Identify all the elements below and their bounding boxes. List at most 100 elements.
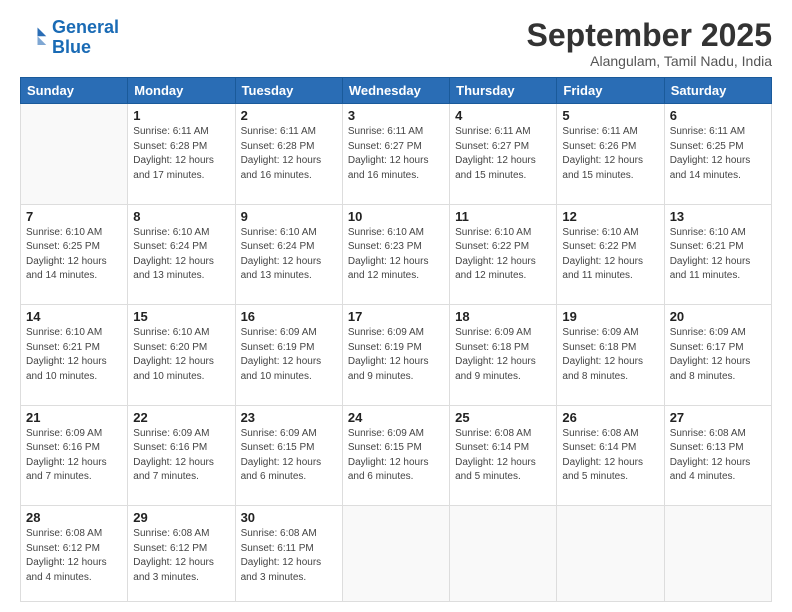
calendar-table: SundayMondayTuesdayWednesdayThursdayFrid… [20,77,772,602]
day-number: 12 [562,209,658,224]
sun-info: Sunrise: 6:08 AMSunset: 6:12 PMDaylight:… [133,527,229,585]
week-row-4: 28 Sunrise: 6:08 AMSunset: 6:12 PMDayligh… [21,506,772,602]
sun-info: Sunrise: 6:08 AMSunset: 6:14 PMDaylight:… [562,427,658,485]
day-number: 11 [455,209,551,224]
calendar-cell: 25 Sunrise: 6:08 AMSunset: 6:14 PMDayligh… [450,405,557,505]
calendar-cell: 26Sunrise: 6:08 AMSunset: 6:14 PMDayligh… [557,405,664,505]
logo-text: General Blue [52,18,119,58]
calendar-cell: 8 Sunrise: 6:10 AMSunset: 6:24 PMDaylight… [128,204,235,304]
sun-info: Sunrise: 6:08 AMSunset: 6:14 PMDaylight:… [455,427,551,485]
sun-info: Sunrise: 6:11 AMSunset: 6:28 PMDaylight:… [133,125,229,183]
calendar-cell: 21 Sunrise: 6:09 AMSunset: 6:16 PMDayligh… [21,405,128,505]
sun-info: Sunrise: 6:10 AMSunset: 6:21 PMDaylight:… [26,326,122,384]
day-number: 6 [670,108,766,123]
title-block: September 2025 Alangulam, Tamil Nadu, In… [527,18,772,69]
sun-info: Sunrise: 6:11 AMSunset: 6:27 PMDaylight:… [348,125,444,183]
col-header-tuesday: Tuesday [235,78,342,104]
month-title: September 2025 [527,18,772,53]
calendar-cell [21,104,128,204]
calendar-cell: 27Sunrise: 6:08 AMSunset: 6:13 PMDayligh… [664,405,771,505]
calendar-cell: 11Sunrise: 6:10 AMSunset: 6:22 PMDayligh… [450,204,557,304]
day-number: 14 [26,309,122,324]
calendar-cell: 22 Sunrise: 6:09 AMSunset: 6:16 PMDayligh… [128,405,235,505]
sun-info: Sunrise: 6:09 AMSunset: 6:16 PMDaylight:… [26,427,122,485]
day-number: 1 [133,108,229,123]
sun-info: Sunrise: 6:09 AMSunset: 6:15 PMDaylight:… [348,427,444,485]
sun-info: Sunrise: 6:08 AMSunset: 6:12 PMDaylight:… [26,527,122,585]
calendar-cell [664,506,771,602]
col-header-thursday: Thursday [450,78,557,104]
day-number: 3 [348,108,444,123]
sun-info: Sunrise: 6:09 AMSunset: 6:17 PMDaylight:… [670,326,766,384]
calendar-cell: 4Sunrise: 6:11 AMSunset: 6:27 PMDaylight… [450,104,557,204]
sun-info: Sunrise: 6:10 AMSunset: 6:24 PMDaylight:… [133,226,229,284]
day-number: 23 [241,410,337,425]
day-number: 16 [241,309,337,324]
day-number: 21 [26,410,122,425]
week-row-3: 21 Sunrise: 6:09 AMSunset: 6:16 PMDayligh… [21,405,772,505]
sun-info: Sunrise: 6:09 AMSunset: 6:18 PMDaylight:… [455,326,551,384]
day-number: 22 [133,410,229,425]
col-header-friday: Friday [557,78,664,104]
day-number: 7 [26,209,122,224]
calendar-cell: 19 Sunrise: 6:09 AMSunset: 6:18 PMDayligh… [557,305,664,405]
sun-info: Sunrise: 6:10 AMSunset: 6:25 PMDaylight:… [26,226,122,284]
sun-info: Sunrise: 6:09 AMSunset: 6:19 PMDaylight:… [348,326,444,384]
logo-line1: General [52,17,119,37]
day-number: 5 [562,108,658,123]
sun-info: Sunrise: 6:09 AMSunset: 6:18 PMDaylight:… [562,326,658,384]
day-number: 25 [455,410,551,425]
day-number: 19 [562,309,658,324]
sun-info: Sunrise: 6:10 AMSunset: 6:23 PMDaylight:… [348,226,444,284]
day-number: 2 [241,108,337,123]
week-row-1: 7 Sunrise: 6:10 AMSunset: 6:25 PMDaylight… [21,204,772,304]
calendar-cell: 9 Sunrise: 6:10 AMSunset: 6:24 PMDaylight… [235,204,342,304]
calendar-cell: 10Sunrise: 6:10 AMSunset: 6:23 PMDayligh… [342,204,449,304]
calendar-cell: 7 Sunrise: 6:10 AMSunset: 6:25 PMDaylight… [21,204,128,304]
sun-info: Sunrise: 6:11 AMSunset: 6:26 PMDaylight:… [562,125,658,183]
day-number: 28 [26,510,122,525]
calendar-cell [450,506,557,602]
day-number: 17 [348,309,444,324]
day-number: 24 [348,410,444,425]
sun-info: Sunrise: 6:10 AMSunset: 6:24 PMDaylight:… [241,226,337,284]
page: General Blue September 2025 Alangulam, T… [0,0,792,612]
sun-info: Sunrise: 6:08 AMSunset: 6:11 PMDaylight:… [241,527,337,585]
day-number: 30 [241,510,337,525]
calendar-cell: 3 Sunrise: 6:11 AMSunset: 6:27 PMDaylight… [342,104,449,204]
calendar-cell: 24 Sunrise: 6:09 AMSunset: 6:15 PMDayligh… [342,405,449,505]
calendar-cell: 20Sunrise: 6:09 AMSunset: 6:17 PMDayligh… [664,305,771,405]
col-header-monday: Monday [128,78,235,104]
day-number: 18 [455,309,551,324]
calendar-cell [557,506,664,602]
sun-info: Sunrise: 6:10 AMSunset: 6:20 PMDaylight:… [133,326,229,384]
sun-info: Sunrise: 6:11 AMSunset: 6:28 PMDaylight:… [241,125,337,183]
calendar-cell: 12Sunrise: 6:10 AMSunset: 6:22 PMDayligh… [557,204,664,304]
col-header-wednesday: Wednesday [342,78,449,104]
day-number: 29 [133,510,229,525]
sun-info: Sunrise: 6:09 AMSunset: 6:19 PMDaylight:… [241,326,337,384]
sun-info: Sunrise: 6:10 AMSunset: 6:21 PMDaylight:… [670,226,766,284]
day-number: 8 [133,209,229,224]
day-number: 15 [133,309,229,324]
day-number: 27 [670,410,766,425]
sun-info: Sunrise: 6:09 AMSunset: 6:16 PMDaylight:… [133,427,229,485]
calendar-cell: 5 Sunrise: 6:11 AMSunset: 6:26 PMDaylight… [557,104,664,204]
calendar-cell: 17 Sunrise: 6:09 AMSunset: 6:19 PMDayligh… [342,305,449,405]
calendar-cell: 6 Sunrise: 6:11 AMSunset: 6:25 PMDaylight… [664,104,771,204]
calendar-header-row: SundayMondayTuesdayWednesdayThursdayFrid… [21,78,772,104]
calendar-cell: 14 Sunrise: 6:10 AMSunset: 6:21 PMDayligh… [21,305,128,405]
calendar-cell: 29 Sunrise: 6:08 AMSunset: 6:12 PMDayligh… [128,506,235,602]
calendar-cell: 15 Sunrise: 6:10 AMSunset: 6:20 PMDayligh… [128,305,235,405]
col-header-saturday: Saturday [664,78,771,104]
calendar-cell: 18 Sunrise: 6:09 AMSunset: 6:18 PMDayligh… [450,305,557,405]
day-number: 4 [455,108,551,123]
week-row-2: 14 Sunrise: 6:10 AMSunset: 6:21 PMDayligh… [21,305,772,405]
calendar-cell: 2 Sunrise: 6:11 AMSunset: 6:28 PMDaylight… [235,104,342,204]
col-header-sunday: Sunday [21,78,128,104]
week-row-0: 1 Sunrise: 6:11 AMSunset: 6:28 PMDaylight… [21,104,772,204]
sun-info: Sunrise: 6:11 AMSunset: 6:25 PMDaylight:… [670,125,766,183]
day-number: 9 [241,209,337,224]
calendar-cell: 28 Sunrise: 6:08 AMSunset: 6:12 PMDayligh… [21,506,128,602]
calendar-cell: 1 Sunrise: 6:11 AMSunset: 6:28 PMDaylight… [128,104,235,204]
